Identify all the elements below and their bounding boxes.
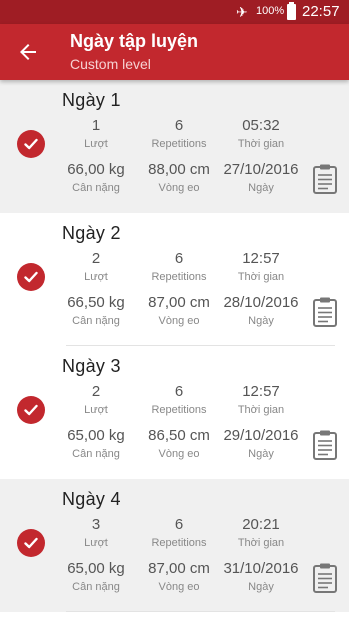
training-day-list: Ngày 1 1 Lượt 6 Repetitions 05:32 Thời gian… xyxy=(0,80,349,620)
date-label: Ngày xyxy=(248,581,274,593)
time-cell: 05:32 Thời gian xyxy=(211,117,311,152)
status-bar: ✈ 100% 22:57 xyxy=(0,0,349,24)
day-title: Ngày 4 xyxy=(62,489,121,509)
completed-check-icon xyxy=(17,130,45,158)
time-label: Thời gian xyxy=(237,271,285,283)
time-label: Thời gian xyxy=(237,404,285,416)
time-value: 05:32 xyxy=(242,117,280,134)
time-value: 12:57 xyxy=(242,250,280,267)
time-value: 20:21 xyxy=(242,516,280,533)
status-clock: 22:57 xyxy=(302,3,340,20)
day-card[interactable]: Ngày 2 2 Lượt 6 Repetitions 12:57 Thời gian… xyxy=(0,213,349,346)
day-title: Ngày 1 xyxy=(62,90,121,110)
date-cell: 27/10/2016 Ngày xyxy=(211,161,311,196)
time-cell: 20:21 Thời gian xyxy=(211,516,311,551)
date-cell: 31/10/2016 Ngày xyxy=(211,560,311,595)
date-cell: 29/10/2016 Ngày xyxy=(211,427,311,462)
date-value: 31/10/2016 xyxy=(223,560,299,577)
date-value: 27/10/2016 xyxy=(223,161,299,178)
completed-check-icon xyxy=(17,529,45,557)
time-label: Thời gian xyxy=(237,138,285,150)
date-value: 28/10/2016 xyxy=(223,294,299,311)
clipboard-icon[interactable] xyxy=(312,430,338,460)
arrow-back-icon xyxy=(20,44,36,60)
clipboard-icon[interactable] xyxy=(312,164,338,194)
app-bar: Ngày tập luyện Custom level xyxy=(0,24,349,80)
time-cell: 12:57 Thời gian xyxy=(211,250,311,285)
day-title: Ngày 2 xyxy=(62,223,121,243)
battery-icon xyxy=(287,2,296,20)
date-cell: 28/10/2016 Ngày xyxy=(211,294,311,329)
time-cell: 12:57 Thời gian xyxy=(211,383,311,418)
date-value: 29/10/2016 xyxy=(223,427,299,444)
page-title: Ngày tập luyện xyxy=(70,31,199,51)
date-label: Ngày xyxy=(248,448,274,460)
page-subtitle: Custom level xyxy=(70,56,151,72)
completed-check-icon xyxy=(17,263,45,291)
time-value: 12:57 xyxy=(242,383,280,400)
time-label: Thời gian xyxy=(237,537,285,549)
day-card[interactable]: Ngày 3 2 Lượt 6 Repetitions 12:57 Thời gian… xyxy=(0,346,349,479)
date-label: Ngày xyxy=(248,315,274,327)
row-divider xyxy=(66,611,335,612)
day-card[interactable]: Ngày 1 1 Lượt 6 Repetitions 05:32 Thời gian… xyxy=(0,80,349,213)
battery-percent: 100% xyxy=(256,5,285,17)
clipboard-icon[interactable] xyxy=(312,563,338,593)
back-button[interactable] xyxy=(12,36,44,68)
airplane-icon: ✈ xyxy=(236,4,248,20)
day-card[interactable]: Ngày 4 3 Lượt 6 Repetitions 20:21 Thời gian… xyxy=(0,479,349,612)
clipboard-icon[interactable] xyxy=(312,297,338,327)
completed-check-icon xyxy=(17,396,45,424)
day-title: Ngày 3 xyxy=(62,356,121,376)
date-label: Ngày xyxy=(248,182,274,194)
